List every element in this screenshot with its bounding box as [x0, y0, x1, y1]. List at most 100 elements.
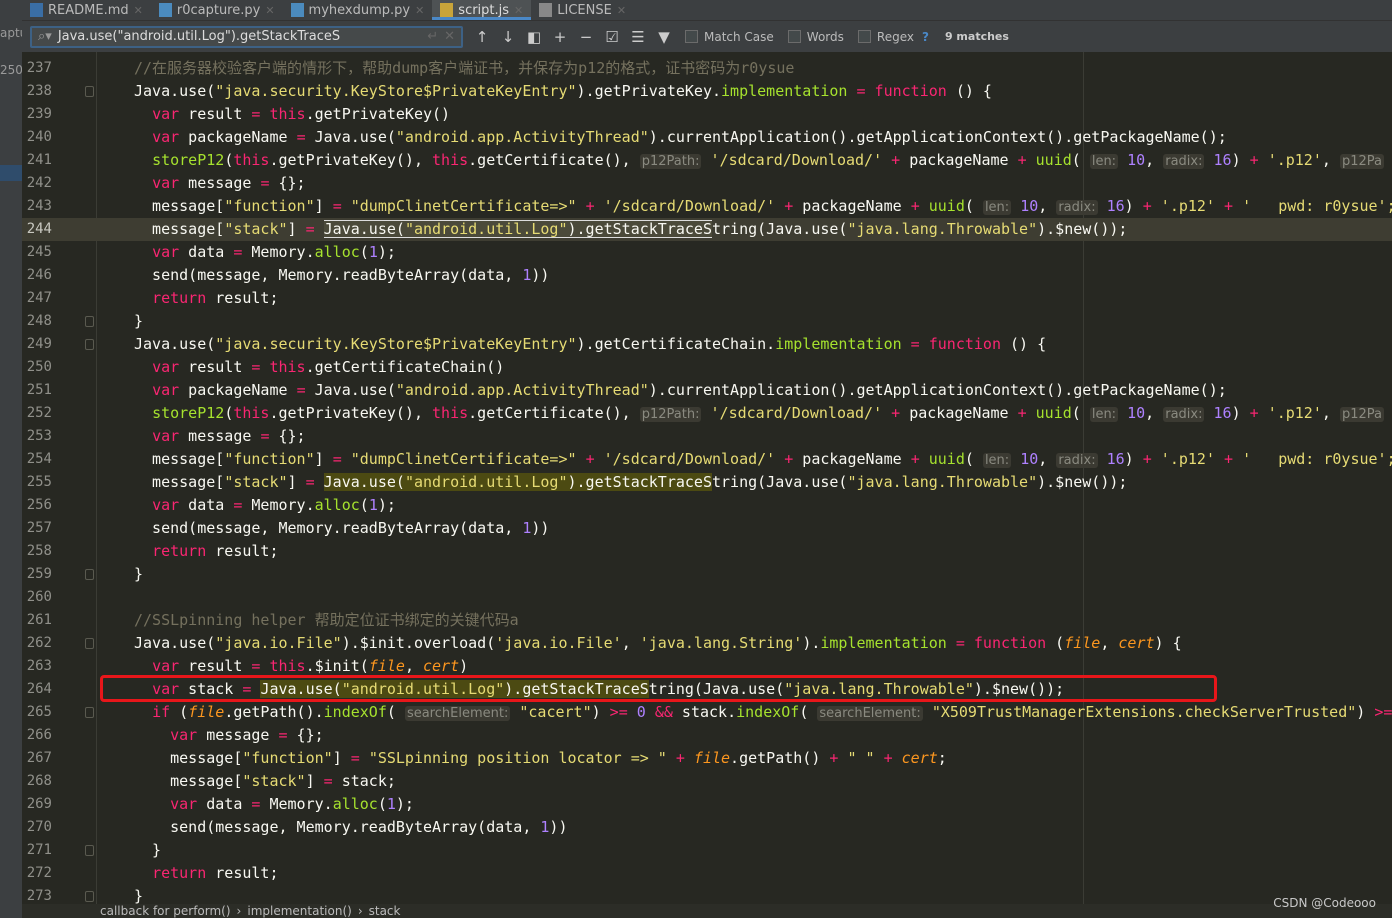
regex-help-link[interactable]: ? [922, 30, 929, 44]
code-line[interactable]: 246 send(message, Memory.readByteArray(d… [22, 264, 1392, 287]
code-line[interactable]: 257 send(message, Memory.readByteArray(d… [22, 517, 1392, 540]
code-line[interactable]: 272 return result; [22, 862, 1392, 885]
line-number[interactable]: 238 [22, 80, 52, 103]
tab-readme-md[interactable]: README.md ✕ [22, 0, 151, 20]
select-all-matches-icon[interactable]: ☑ [605, 28, 619, 46]
code-line[interactable]: 258 return result; [22, 540, 1392, 563]
line-number[interactable]: 258 [22, 540, 52, 563]
line-number[interactable]: 253 [22, 425, 52, 448]
search-query[interactable]: Java.use("android.util.Log").getStackTra… [58, 29, 421, 44]
code-line[interactable]: 256 var data = Memory.alloc(1); [22, 494, 1392, 517]
new-line-icon[interactable]: ↵ [427, 29, 438, 44]
line-number[interactable]: 249 [22, 333, 52, 356]
previous-match-icon[interactable]: ↑ [475, 28, 489, 46]
code-line[interactable]: 271 } [22, 839, 1392, 862]
line-number[interactable]: 251 [22, 379, 52, 402]
line-number[interactable]: 254 [22, 448, 52, 471]
line-number[interactable]: 239 [22, 103, 52, 126]
code-line[interactable]: 243 message["function"] = "dumpClinetCer… [22, 195, 1392, 218]
line-number[interactable]: 245 [22, 241, 52, 264]
line-number[interactable]: 267 [22, 747, 52, 770]
code-line[interactable]: 269 var data = Memory.alloc(1); [22, 793, 1392, 816]
line-number[interactable]: 263 [22, 655, 52, 678]
fold-marker-icon[interactable] [85, 569, 94, 580]
code-line[interactable]: 239 var result = this.getPrivateKey() [22, 103, 1392, 126]
code-line[interactable]: 250 var result = this.getCertificateChai… [22, 356, 1392, 379]
line-number[interactable]: 261 [22, 609, 52, 632]
line-number[interactable]: 271 [22, 839, 52, 862]
match-case-checkbox[interactable]: Match Case [685, 30, 774, 44]
close-tab-icon[interactable]: ✕ [415, 4, 424, 17]
line-number[interactable]: 250 [22, 356, 52, 379]
fold-marker-icon[interactable] [85, 86, 94, 97]
line-number[interactable]: 259 [22, 563, 52, 586]
code-line[interactable]: 265 if (file.getPath().indexOf( searchEl… [22, 701, 1392, 724]
close-tab-icon[interactable]: ✕ [514, 4, 523, 17]
breadcrumb-item[interactable]: callback for perform() [100, 904, 231, 918]
fold-marker-icon[interactable] [85, 339, 94, 350]
project-panel-edge[interactable]: aptu 250 [0, 0, 22, 918]
clear-icon[interactable]: ✕ [444, 29, 455, 44]
line-number[interactable]: 241 [22, 149, 52, 172]
line-number[interactable]: 247 [22, 287, 52, 310]
code-line[interactable]: 241 storeP12(this.getPrivateKey(), this.… [22, 149, 1392, 172]
words-checkbox[interactable]: Words [787, 30, 844, 44]
code-line[interactable]: 237 //在服务器校验客户端的情形下，帮助dump客户端证书，并保存为p12的格… [22, 57, 1392, 80]
fold-marker-icon[interactable] [85, 845, 94, 856]
code-line[interactable]: 240 var packageName = Java.use("android.… [22, 126, 1392, 149]
code-line[interactable]: 273} [22, 885, 1392, 904]
filter-icon[interactable]: ▼ [657, 28, 671, 46]
code-line[interactable]: 253 var message = {}; [22, 425, 1392, 448]
fold-marker-icon[interactable] [85, 891, 94, 902]
line-number[interactable]: 273 [22, 885, 52, 904]
line-number[interactable]: 243 [22, 195, 52, 218]
code-line[interactable]: 242 var message = {}; [22, 172, 1392, 195]
fold-marker-icon[interactable] [85, 638, 94, 649]
line-number[interactable]: 240 [22, 126, 52, 149]
select-all-occurrences-icon[interactable]: ◧ [527, 28, 541, 46]
line-number[interactable]: 265 [22, 701, 52, 724]
breadcrumb-item[interactable]: implementation() [247, 904, 351, 918]
code-editor[interactable]: 237 //在服务器校验客户端的情形下，帮助dump客户端证书，并保存为p12的格… [22, 52, 1392, 904]
close-tab-icon[interactable]: ✕ [617, 4, 626, 17]
remove-selection-icon[interactable]: − [579, 28, 593, 46]
code-line[interactable]: 267 message["function"] = "SSLpinning po… [22, 747, 1392, 770]
code-line[interactable]: 260 [22, 586, 1392, 609]
tab-myhexdump-py[interactable]: myhexdump.py ✕ [283, 0, 433, 20]
tab-script-js[interactable]: script.js ✕ [432, 0, 532, 20]
line-number[interactable]: 242 [22, 172, 52, 195]
search-icon[interactable]: ⌕▾ [38, 29, 52, 44]
code-line[interactable]: 268 message["stack"] = stack; [22, 770, 1392, 793]
code-line[interactable]: 255 message["stack"] = Java.use("android… [22, 471, 1392, 494]
line-number[interactable]: 269 [22, 793, 52, 816]
fold-marker-icon[interactable] [85, 707, 94, 718]
code-line[interactable]: 249 Java.use("java.security.KeyStore$Priv… [22, 333, 1392, 356]
line-number[interactable]: 257 [22, 517, 52, 540]
code-line[interactable]: 245 var data = Memory.alloc(1); [22, 241, 1392, 264]
filter-lines-icon[interactable]: ☰ [631, 28, 645, 46]
code-line[interactable]: 251 var packageName = Java.use("android.… [22, 379, 1392, 402]
line-number[interactable]: 260 [22, 586, 52, 609]
line-number[interactable]: 237 [22, 57, 52, 80]
fold-marker-icon[interactable] [85, 316, 94, 327]
line-number[interactable]: 252 [22, 402, 52, 425]
code-line[interactable]: 262 Java.use("java.io.File").$init.overlo… [22, 632, 1392, 655]
tab-r0capture-py[interactable]: r0capture.py ✕ [151, 0, 283, 20]
line-number[interactable]: 266 [22, 724, 52, 747]
code-line[interactable]: 244 message["stack"] = Java.use("android… [22, 218, 1392, 241]
line-number[interactable]: 268 [22, 770, 52, 793]
code-line[interactable]: 248} [22, 310, 1392, 333]
search-input[interactable]: ⌕▾ Java.use("android.util.Log").getStack… [30, 25, 463, 48]
add-selection-icon[interactable]: + [553, 28, 567, 46]
line-number[interactable]: 272 [22, 862, 52, 885]
code-line[interactable]: 247 return result; [22, 287, 1392, 310]
regex-checkbox[interactable]: Regex [857, 30, 914, 44]
tab-license[interactable]: LICENSE ✕ [531, 0, 634, 20]
breadcrumb-item[interactable]: stack [369, 904, 401, 918]
code-line[interactable]: 254 message["function"] = "dumpClinetCer… [22, 448, 1392, 471]
line-number[interactable]: 264 [22, 678, 52, 701]
code-line[interactable]: 252 storeP12(this.getPrivateKey(), this.… [22, 402, 1392, 425]
code-line[interactable]: 270 send(message, Memory.readByteArray(d… [22, 816, 1392, 839]
code-line[interactable]: 261 //SSLpinning helper 帮助定位证书绑定的关键代码a [22, 609, 1392, 632]
code-line[interactable]: 259} [22, 563, 1392, 586]
